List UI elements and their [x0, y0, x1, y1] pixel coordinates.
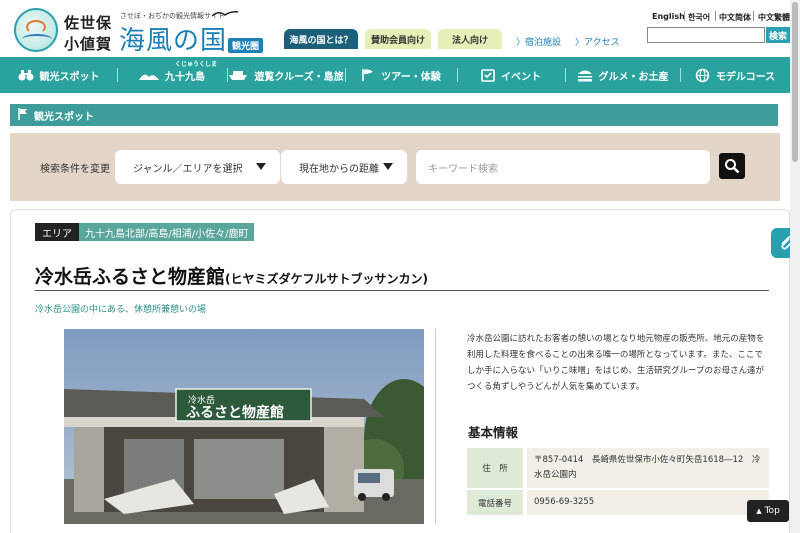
distance-select-label: 現在地からの距離 — [299, 163, 379, 175]
nav-item-sightseeing[interactable]: 観光スポット — [0, 57, 117, 93]
member-button[interactable]: 賛助会員向け — [365, 29, 431, 49]
search-icon — [725, 159, 740, 174]
filter-label: 検索条件を変更 — [40, 164, 110, 175]
spot-title-text: 冷水岳ふるさと物産館 — [35, 266, 226, 288]
keyword-search-input[interactable]: キーワード検索 — [416, 150, 710, 184]
corporate-button[interactable]: 法人向け — [438, 29, 502, 49]
nav-item-tours[interactable]: ツアー・体験 — [345, 57, 457, 93]
islands-icon — [139, 69, 159, 81]
lang-divider — [715, 11, 716, 21]
site-search-input[interactable] — [647, 27, 765, 43]
photo-sign-text: ふるさと物産館 — [186, 404, 284, 421]
nav-label: モデルコース — [715, 71, 776, 83]
spot-detail-card: エリア 九十九島北部/高島/相浦/小佐々/鹿町 冷水岳ふるさと物産館(ヒヤミズダ… — [10, 209, 790, 533]
logo-badge: 観光圏 — [228, 38, 264, 53]
genre-area-select[interactable]: ジャンル／エリアを選択 — [115, 150, 280, 184]
about-button[interactable]: 海風の国とは？ — [284, 29, 358, 49]
section-header: 観光スポット — [10, 104, 778, 126]
nav-label: 遊覧クルーズ・島旅 — [254, 71, 344, 83]
top-button-label: Top — [764, 506, 780, 516]
access-link-label: アクセス — [584, 38, 620, 48]
spot-lead: 冷水岳公園の中にある、休憩所兼憩いの場 — [35, 305, 207, 315]
nav-item-cruise[interactable]: 遊覧クルーズ・島旅 — [227, 57, 345, 93]
basic-info-table: 住 所 〒857-0414 長崎県佐世保市小佐々町矢岳1618―12 冷水岳公園… — [467, 448, 769, 517]
keyword-search-button[interactable] — [719, 153, 745, 179]
ship-icon — [228, 69, 248, 81]
globe-icon — [695, 68, 710, 83]
lang-korean[interactable]: 한국어 — [688, 12, 710, 23]
stay-link[interactable]: 〉宿泊施設 — [516, 35, 561, 48]
nav-label: 九十九島 — [165, 71, 205, 83]
dropdown-arrow-icon — [383, 163, 393, 170]
genre-select-label: ジャンル／エリアを選択 — [133, 163, 243, 175]
nav-item-gourmet[interactable]: グルメ・お土産 — [565, 57, 680, 93]
table-row: 住 所 〒857-0414 長崎県佐世保市小佐々町矢岳1618―12 冷水岳公園… — [467, 448, 769, 490]
flag-icon — [361, 68, 375, 82]
spot-description: 冷水岳公園に訪れたお客者の憩いの場となり地元物産の販売所、地元の産物を利用した料… — [467, 334, 765, 392]
area-tag-value[interactable]: 九十九島北部/高島/相浦/小佐々/鹿町 — [79, 223, 255, 241]
area-tag-key: エリア — [35, 223, 79, 241]
stay-link-label: 宿泊施設 — [525, 38, 562, 48]
spot-title: 冷水岳ふるさと物産館(ヒヤミズダケフルサトブッサンカン) — [35, 262, 428, 289]
lang-divider — [753, 11, 754, 21]
info-value-address: 〒857-0414 長崎県佐世保市小佐々町矢岳1618―12 冷水岳公園内 — [525, 448, 769, 490]
lang-divider — [684, 11, 685, 21]
basic-info-heading: 基本情報 — [468, 425, 519, 440]
nav-label: グルメ・お土産 — [598, 71, 669, 83]
chevron-right-icon: 〉 — [575, 38, 585, 48]
nav-label: ツアー・体験 — [381, 71, 441, 83]
spot-photo: 冷水岳 ふるさと物産館 — [64, 329, 424, 524]
logo-emblem-icon[interactable] — [14, 8, 58, 52]
nav-item-model-course[interactable]: モデルコース — [680, 57, 790, 93]
nav-label: 観光スポット — [39, 71, 100, 83]
info-label-address: 住 所 — [467, 448, 527, 490]
nav-ruby: くじゅうくしま — [175, 61, 218, 68]
flag-icon — [18, 107, 28, 123]
calendar-icon — [481, 68, 495, 82]
nav-item-kujukushima[interactable]: くじゅうくしま 九十九島 — [117, 57, 227, 93]
logo-title[interactable]: 海風の国 — [119, 20, 227, 57]
main-nav: 観光スポット くじゅうくしま 九十九島 遊覧クルーズ・島旅 ツアー・体験 イベン… — [0, 57, 790, 93]
binoculars-icon — [18, 69, 34, 81]
spot-title-kana: (ヒヤミズダケフルサトブッサンカン) — [225, 272, 428, 286]
logo-city-sasebo[interactable]: 佐世保 — [64, 12, 112, 33]
back-to-top-button[interactable]: ▲ Top — [747, 500, 789, 522]
lang-chinese-traditional[interactable]: 中文繁體 — [758, 12, 790, 23]
access-link[interactable]: 〉アクセス — [575, 35, 620, 48]
seagull-icon — [212, 11, 238, 17]
chevron-right-icon: 〉 — [516, 38, 526, 48]
nav-label: イベント — [501, 71, 541, 83]
search-filter-panel: 検索条件を変更 ジャンル／エリアを選択 現在地からの距離 キーワード検索 — [10, 133, 780, 201]
dropdown-arrow-icon — [256, 163, 266, 170]
lang-chinese-simplified[interactable]: 中文简体 — [719, 12, 751, 23]
logo-city-ojika[interactable]: 小値賀 — [64, 33, 112, 54]
scrollbar-thumb[interactable] — [792, 2, 798, 162]
site-header: 佐世保 小値賀 させぼ・おぢかの観光情報サイト 海風の国 観光圏 海風の国とは？… — [0, 0, 790, 57]
info-value-phone[interactable]: 0956-69-3255 — [525, 489, 769, 517]
distance-select[interactable]: 現在地からの距離 — [281, 150, 407, 184]
area-tag: エリア 九十九島北部/高島/相浦/小佐々/鹿町 — [35, 223, 255, 241]
lang-english[interactable]: English — [652, 12, 685, 21]
title-divider — [35, 290, 769, 291]
table-row: 電話番号 0956-69-3255 — [467, 489, 769, 517]
arrow-up-icon: ▲ — [756, 507, 762, 515]
burger-icon — [577, 69, 593, 82]
site-search-button[interactable]: 検索 — [766, 27, 790, 43]
column-divider — [435, 329, 436, 524]
info-label-phone: 電話番号 — [467, 489, 527, 517]
nav-item-events[interactable]: イベント — [457, 57, 565, 93]
section-title: 観光スポット — [34, 111, 94, 123]
